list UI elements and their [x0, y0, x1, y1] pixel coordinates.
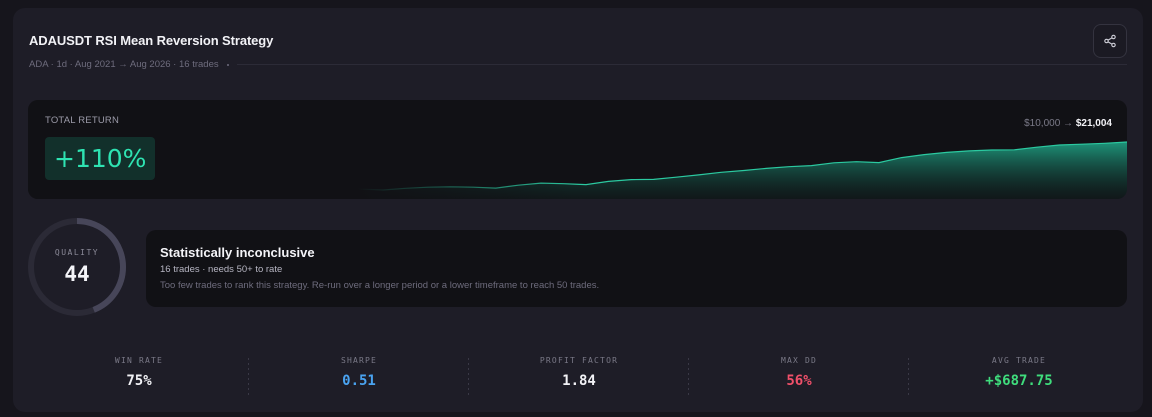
strategy-title: ADAUSDT RSI Mean Reversion Strategy [29, 33, 274, 48]
stat-label: PROFIT FACTOR [539, 356, 619, 365]
stat-value: 1.84 [562, 373, 596, 389]
stat-value: 0.51 [342, 373, 376, 389]
total-return-value: +110% [45, 137, 156, 180]
stat-max-dd: MAX DD 56% [689, 356, 909, 396]
strategy-card: ADAUSDT RSI Mean Reversion Strategy ADA … [13, 8, 1143, 412]
header-divider [237, 64, 1127, 65]
stat-sharpe: SHARPE 0.51 [249, 356, 469, 396]
stat-value: 75% [126, 373, 152, 389]
total-return-panel: TOTAL RETURN +110% $10,000 → $21,004 [28, 100, 1127, 199]
stat-label: SHARPE [340, 356, 378, 365]
notice-description: Too few trades to rank this strategy. Re… [160, 280, 600, 291]
inconclusive-notice: Statistically inconclusive 16 trades · n… [146, 230, 1127, 307]
notice-title: Statistically inconclusive [160, 245, 315, 260]
ending-capital: $21,004 [1075, 118, 1112, 129]
quality-label: QUALITY [54, 248, 100, 257]
equity-sparkline [28, 100, 1127, 199]
share-icon [1104, 34, 1116, 48]
stat-win-rate: WIN RATE 75% [29, 356, 249, 396]
total-return-label: TOTAL RETURN [45, 115, 120, 126]
notice-subtitle: 16 trades · needs 50+ to rate [160, 264, 283, 275]
share-button[interactable] [1093, 24, 1127, 58]
stat-value: 56% [786, 373, 812, 389]
capital-range: $10,000 → $21,004 [1024, 118, 1112, 129]
stat-profit-factor: PROFIT FACTOR 1.84 [469, 356, 689, 396]
stat-avg-trade: AVG TRADE +$687.75 [909, 356, 1129, 396]
stats-row: WIN RATE 75% SHARPE 0.51 PROFIT FACTOR 1… [29, 356, 1127, 396]
starting-capital: $10,000 → [1024, 118, 1074, 129]
strategy-subtitle: ADA · 1d · Aug 2021 → Aug 2026 · 16 trad… [29, 59, 219, 70]
subtitle-separator-dot [227, 64, 229, 66]
stat-label: MAX DD [780, 356, 818, 365]
stat-value: +$687.75 [985, 373, 1053, 389]
stat-label: AVG TRADE [991, 356, 1047, 365]
stat-label: WIN RATE [114, 356, 164, 365]
quality-score: 44 [64, 262, 90, 286]
